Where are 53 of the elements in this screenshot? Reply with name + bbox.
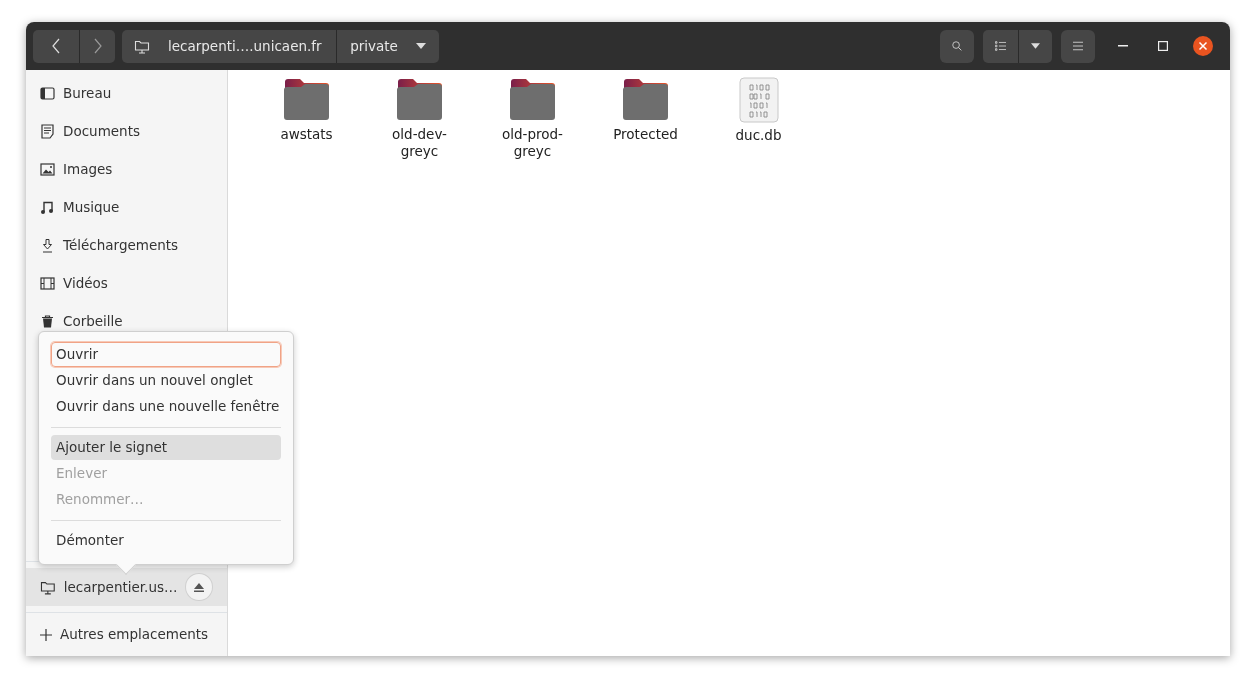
menu-item[interactable]: Démonter [51, 528, 281, 553]
folder-icon [282, 78, 331, 122]
path-button[interactable]: private [336, 29, 439, 63]
sidebar-item[interactable]: Corbeille [26, 302, 227, 340]
image-icon [40, 161, 55, 177]
film-icon [40, 275, 55, 291]
eject-button[interactable] [185, 573, 213, 601]
sidebar-item[interactable]: Images [26, 150, 227, 188]
forward-button[interactable] [79, 29, 115, 63]
sidebar-item[interactable]: Vidéos [26, 264, 227, 302]
menu-button[interactable] [1061, 29, 1095, 63]
menu-item[interactable]: Ajouter le signet [51, 435, 281, 460]
sidebar-item[interactable]: Autres emplacements [26, 612, 227, 656]
location-button[interactable]: lecarpenti….unicaen.fr [122, 29, 336, 63]
maximize-icon [1158, 41, 1168, 51]
list-view-button[interactable] [983, 29, 1018, 63]
list-icon [995, 40, 1006, 52]
dropdown-icon [415, 43, 426, 49]
chevron-right-icon [93, 38, 102, 54]
file-item[interactable]: old-prod-greyc [476, 78, 589, 160]
file-item[interactable]: old-dev-greyc [363, 78, 476, 160]
search-button[interactable] [940, 29, 974, 63]
chevron-left-icon [52, 38, 60, 54]
back-button[interactable] [33, 29, 79, 63]
folder-icon [395, 78, 444, 122]
close-icon [1193, 36, 1213, 56]
menu-icon [1073, 41, 1083, 51]
sidebar-item[interactable]: Musique [26, 188, 227, 226]
network-folder-icon [134, 38, 150, 54]
menu-item[interactable]: Ouvrir dans une nouvelle fenêtre [51, 394, 281, 419]
sidebar-item[interactable]: Bureau [26, 74, 227, 112]
folder-icon [621, 78, 670, 122]
menu-item[interactable]: Ouvrir dans un nouvel onglet [51, 368, 281, 393]
network-folder-icon [40, 579, 56, 595]
binary-file-icon [738, 77, 779, 123]
sidebar-item[interactable]: Téléchargements [26, 226, 227, 264]
sidebar-item[interactable]: lecarpentier.us… [26, 568, 227, 606]
eject-icon [194, 582, 205, 592]
menu-item[interactable]: Ouvrir [51, 342, 281, 367]
plus-icon [40, 628, 52, 641]
desktop-icon [40, 85, 55, 101]
file-item[interactable]: duc.db [702, 78, 815, 144]
dropdown-icon [1031, 43, 1040, 49]
trash-icon [40, 313, 55, 329]
minimize-icon [1118, 45, 1128, 47]
folder-icon [508, 78, 557, 122]
sidebar-item[interactable]: Documents [26, 112, 227, 150]
document-icon [40, 123, 55, 139]
file-item[interactable]: Protected [589, 78, 702, 143]
music-note-icon [40, 199, 55, 215]
view-options-button[interactable] [1018, 29, 1052, 63]
download-icon [40, 237, 55, 253]
file-item[interactable]: awstats [250, 78, 363, 143]
